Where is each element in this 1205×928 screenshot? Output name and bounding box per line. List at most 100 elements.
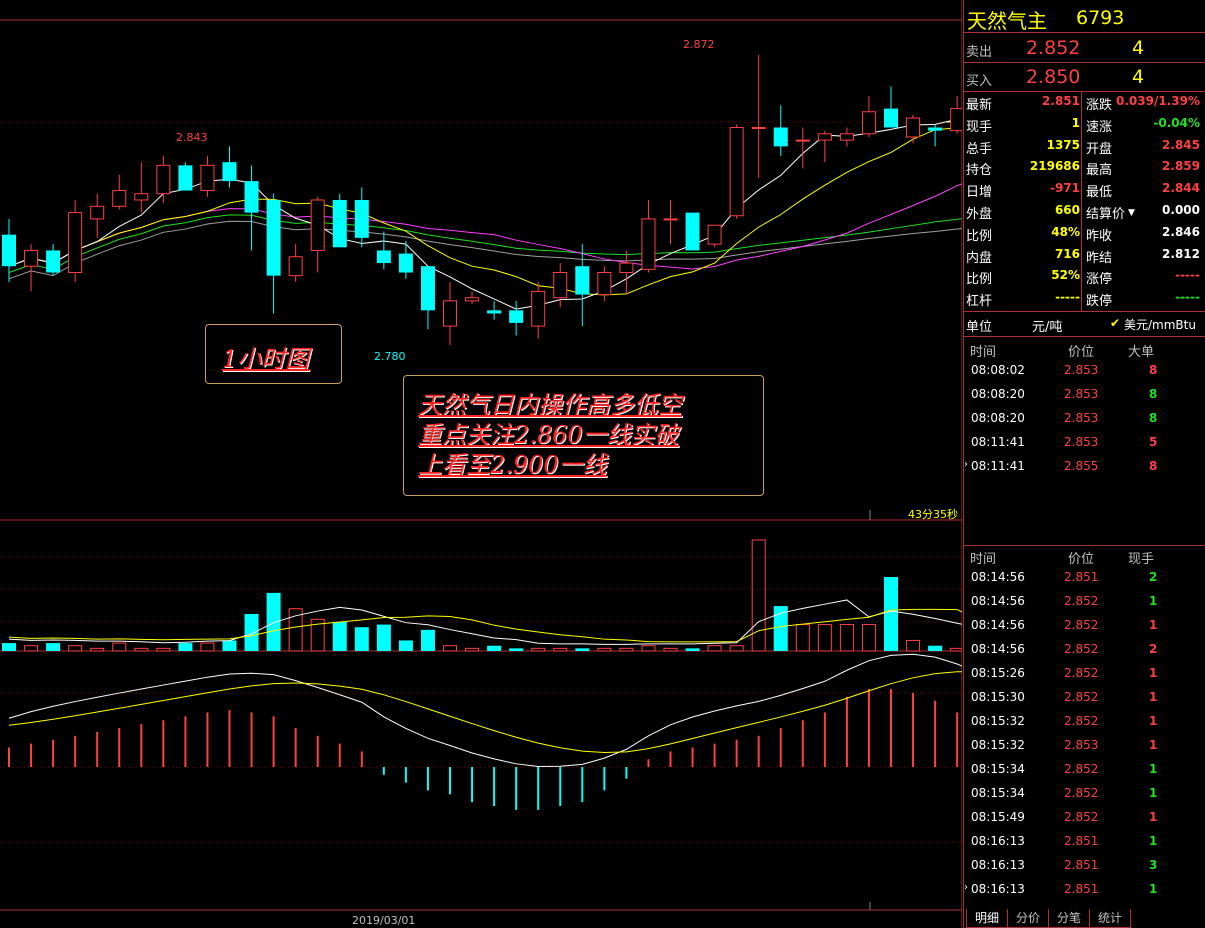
stat-label: 跌停 — [1086, 294, 1113, 310]
volume-bar-up — [597, 647, 612, 652]
trade-price: 2.852 — [1064, 642, 1099, 656]
stat-value: 0.039/1.39% — [1116, 94, 1200, 108]
list-item[interactable]: 08:15:32 2.852 1 — [964, 714, 1205, 732]
candle-body-down — [354, 200, 369, 238]
contract-header: 天然气主 6793 — [964, 5, 1205, 33]
stat-value: 2.812 — [1162, 246, 1200, 261]
list-item[interactable]: 08:16:13 2.851 3 — [964, 858, 1205, 876]
kline-chart-area[interactable]: 2.843 2.780 2.872 43分35秒 2019/03/01 1小时图… — [0, 0, 962, 928]
candle-body-up — [950, 108, 962, 132]
list-item[interactable]: 08:11:41 2.853 5 — [964, 435, 1205, 453]
list-item[interactable]: 08:14:56 2.852 2 — [964, 642, 1205, 660]
stat-label: 比例 — [966, 228, 993, 244]
list-item[interactable]: 08:08:20 2.853 8 — [964, 411, 1205, 429]
macd-dea-line — [8, 671, 962, 753]
stat-label: 日增 — [966, 185, 993, 201]
ask-label: 卖出 — [966, 45, 993, 60]
volume-bar-up — [134, 647, 149, 652]
unit-label: 单位 — [966, 320, 993, 335]
list-item[interactable]: › 08:11:41 2.855 8 — [964, 459, 1205, 477]
candle-body-down — [575, 266, 590, 295]
trade-time: 08:08:20 — [971, 411, 1025, 425]
detail-tabs: 明细 分价 分笔 统计 — [966, 909, 1132, 928]
volume-bar-down — [420, 629, 435, 651]
trade-qty: 1 — [1149, 618, 1158, 632]
list-item[interactable]: 08:15:30 2.852 1 — [964, 690, 1205, 708]
candle-body-down — [398, 253, 413, 273]
candle-body-down — [266, 200, 281, 276]
tab-detail[interactable]: 明细 — [966, 909, 1009, 928]
list-item[interactable]: 08:15:26 2.852 1 — [964, 666, 1205, 684]
tab-trades[interactable]: 分笔 — [1048, 909, 1091, 928]
volume-bar-up — [817, 624, 832, 652]
stat-value: 219686 — [1029, 159, 1080, 174]
trade-time: 08:14:56 — [971, 618, 1025, 632]
volume-bar-down — [376, 624, 391, 651]
list-item[interactable]: › 08:16:13 2.851 1 — [964, 882, 1205, 900]
quote-stat-row: 内盘 716 昨结 2.812 — [964, 247, 1205, 267]
volume-bar-down — [244, 614, 259, 651]
candle-body-up — [553, 272, 568, 299]
list-item[interactable]: 08:15:34 2.852 1 — [964, 762, 1205, 780]
stat-value: -971 — [1049, 181, 1080, 196]
volume-bar-down — [266, 592, 281, 651]
stat-value: 716 — [1054, 246, 1080, 261]
candle-body-up — [443, 300, 457, 327]
volume-bar-down — [46, 643, 61, 651]
candle-body-down — [244, 181, 259, 213]
candle-body-down — [46, 250, 61, 273]
stat-label: 最高 — [1086, 163, 1113, 179]
list-item[interactable]: 08:16:13 2.851 1 — [964, 834, 1205, 852]
quote-stat-row: 持仓 219686 最高 2.859 — [964, 159, 1205, 179]
trade-price: 2.852 — [1064, 666, 1099, 680]
trade-price: 2.852 — [1064, 810, 1099, 824]
list-item[interactable]: 08:14:56 2.851 2 — [964, 570, 1205, 588]
list-item[interactable]: 08:08:20 2.853 8 — [964, 387, 1205, 405]
candle-body-down — [178, 165, 193, 191]
stat-label: 比例 — [966, 272, 993, 288]
ask-price: 2.852 — [1026, 37, 1081, 59]
unit-value[interactable]: 元/吨 — [1032, 316, 1062, 335]
quote-stat-row: 日增 -971 最低 2.844 — [964, 181, 1205, 201]
trade-time: 08:11:41 — [971, 435, 1025, 449]
low-price-label: 2.780 — [374, 350, 406, 363]
list-item[interactable]: 08:14:56 2.852 1 — [964, 618, 1205, 636]
candle-body-down — [685, 212, 700, 251]
trade-time: 08:08:20 — [971, 387, 1025, 401]
candle-body-down — [2, 234, 16, 267]
candle-body-down — [884, 108, 898, 128]
trade-time: 08:15:26 — [971, 666, 1025, 680]
stat-value: 1375 — [1046, 137, 1080, 152]
list-item[interactable]: 08:14:56 2.852 1 — [964, 594, 1205, 612]
trade-qty: 1 — [1149, 882, 1158, 896]
ma5-line — [8, 118, 962, 310]
list-item[interactable]: 08:08:02 2.853 8 — [964, 363, 1205, 381]
col-header-qty: 大单 — [1128, 345, 1155, 360]
volume-bar-up — [112, 642, 127, 652]
ask-row: 卖出 2.852 4 — [964, 37, 1205, 63]
unit-usd-toggle[interactable]: 美元/mmBtu — [1124, 316, 1196, 333]
quote-stat-row: 最新 2.851 涨跌 0.039/1.39% — [964, 94, 1205, 114]
tab-stats[interactable]: 统计 — [1089, 909, 1132, 928]
stat-label: 最低 — [1086, 185, 1113, 201]
high-price-label-2: 2.872 — [683, 38, 715, 51]
trade-qty: 8 — [1149, 459, 1158, 473]
list-item[interactable]: 08:15:34 2.852 1 — [964, 786, 1205, 804]
list-item[interactable]: 08:15:32 2.853 1 — [964, 738, 1205, 756]
volume-bar-up — [950, 647, 962, 652]
tab-price-dist[interactable]: 分价 — [1007, 909, 1050, 928]
stat-value: 48% — [1051, 224, 1080, 239]
trade-price: 2.852 — [1064, 594, 1099, 608]
volume-bar-up — [729, 645, 744, 652]
timeframe-note: 1小时图 — [205, 324, 342, 384]
volume-bar-down — [487, 645, 502, 651]
volume-bar-down — [222, 640, 237, 651]
analysis-note-line-3: 上看至2.900一线 — [418, 451, 607, 479]
settle-dropdown-icon[interactable]: ▼ — [1128, 208, 1135, 218]
trade-qty: 1 — [1149, 666, 1158, 680]
list-item[interactable]: 08:15:49 2.852 1 — [964, 810, 1205, 828]
quote-stat-row: 外盘 660 结算价 0.000 — [964, 203, 1205, 223]
candle-body-up — [751, 127, 766, 129]
stat-label: 杠杆 — [966, 294, 993, 310]
volume-bar-up — [619, 647, 634, 652]
